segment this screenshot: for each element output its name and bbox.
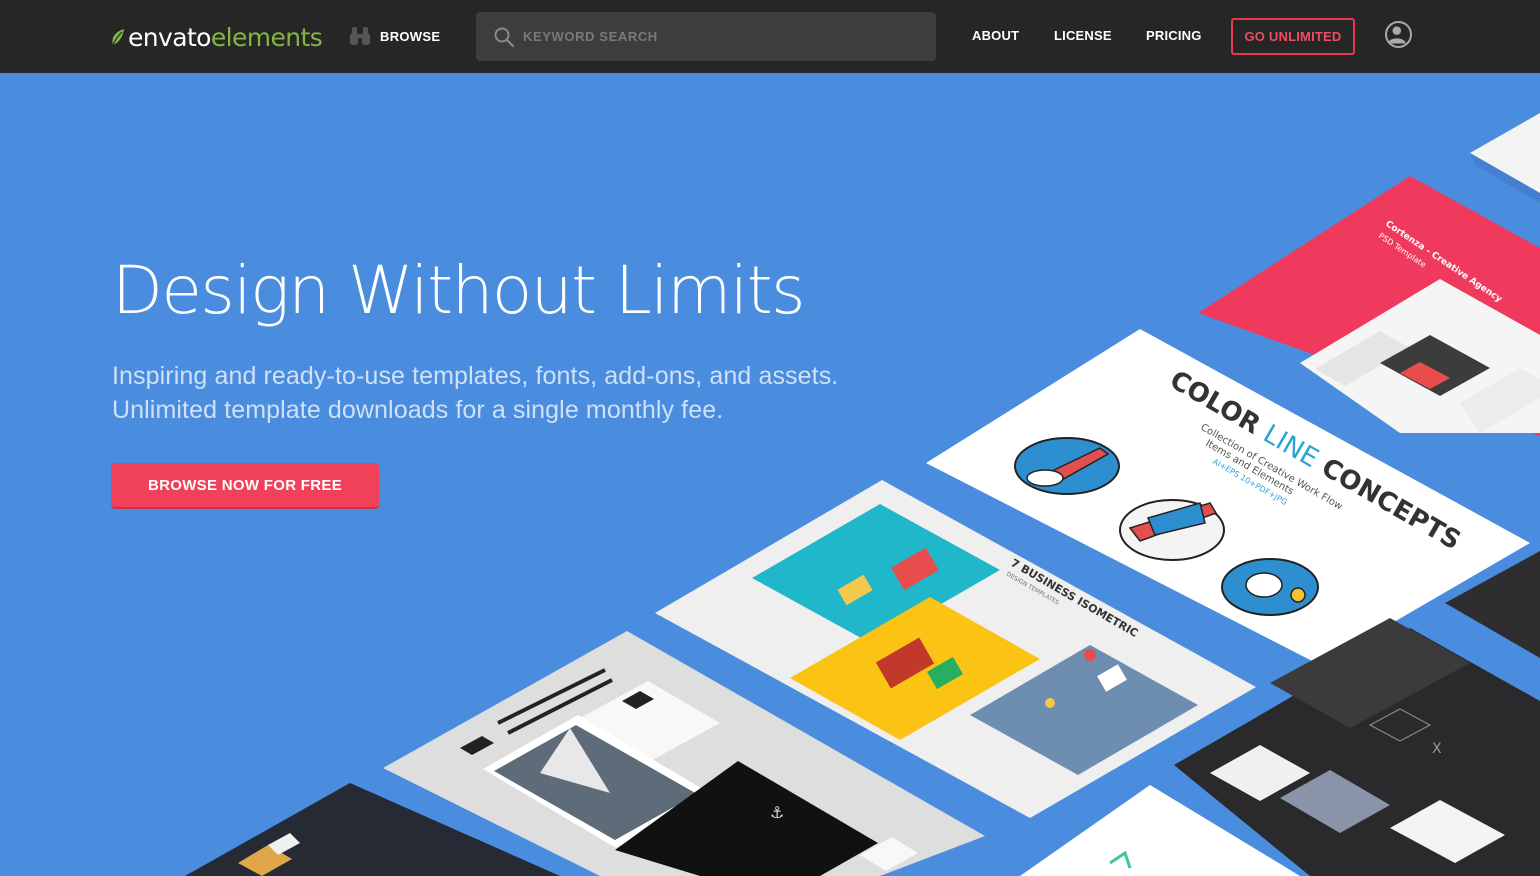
keyword-search-bar[interactable] xyxy=(476,12,936,61)
logo-word-elements: elements xyxy=(210,22,323,52)
browse-label: BROWSE xyxy=(380,28,441,44)
hero-title: Design Without Limits xyxy=(112,252,806,329)
dark-card-x: X xyxy=(1432,741,1442,757)
envato-elements-logo[interactable]: envato elements xyxy=(110,20,323,54)
go-unlimited-button[interactable]: GO UNLIMITED xyxy=(1231,18,1355,55)
anchor-emblem: ⚓ xyxy=(770,803,784,822)
search-icon xyxy=(494,27,515,47)
nav-pricing-link[interactable]: PRICING xyxy=(1146,28,1202,43)
binoculars-icon xyxy=(350,27,370,45)
logo-word-envato: envato xyxy=(128,22,211,52)
leaf-icon xyxy=(112,29,124,46)
user-silhouette-icon xyxy=(1387,26,1406,44)
hero-subtitle-line-2: Unlimited template downloads for a singl… xyxy=(112,396,724,424)
top-navigation-bar: envatoelements BROWSE ABOUT LICENSE PRIC… xyxy=(0,0,1540,73)
hero-subtitle-line-1: Inspiring and ready-to-use templates, fo… xyxy=(112,362,839,390)
search-input[interactable] xyxy=(523,21,923,52)
browse-button[interactable]: BROWSE xyxy=(348,22,440,50)
user-avatar-icon[interactable] xyxy=(1385,21,1412,48)
nav-license-link[interactable]: LICENSE xyxy=(1054,28,1112,43)
nav-about-link[interactable]: ABOUT xyxy=(972,28,1019,43)
browse-now-for-free-button[interactable]: BROWSE NOW FOR FREE xyxy=(111,463,379,509)
